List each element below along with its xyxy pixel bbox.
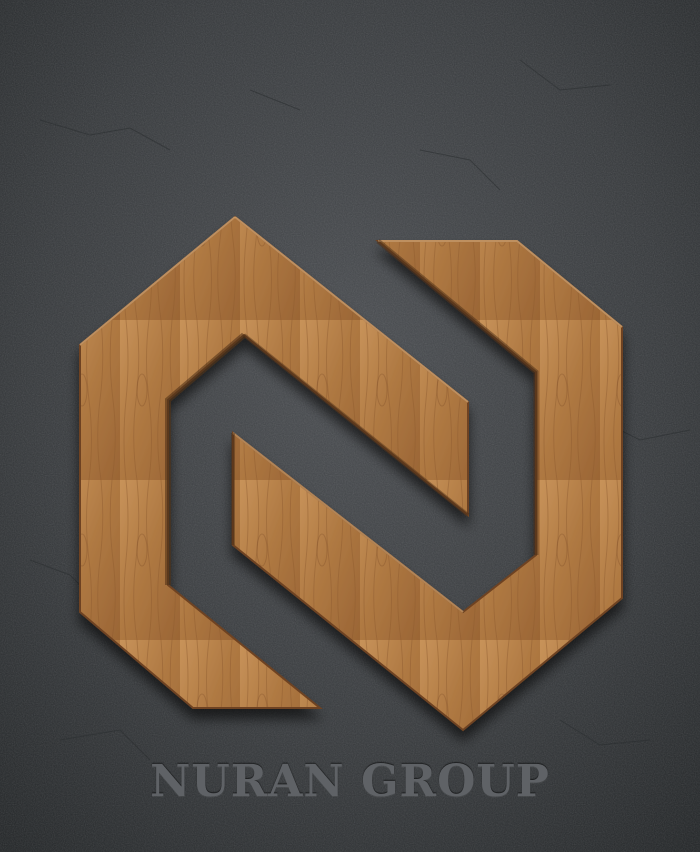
logo-scene: NURAN GROUP: [0, 0, 700, 852]
brand-name: NURAN GROUP: [150, 756, 550, 807]
hexagon-n-monogram-icon: [79, 215, 623, 732]
